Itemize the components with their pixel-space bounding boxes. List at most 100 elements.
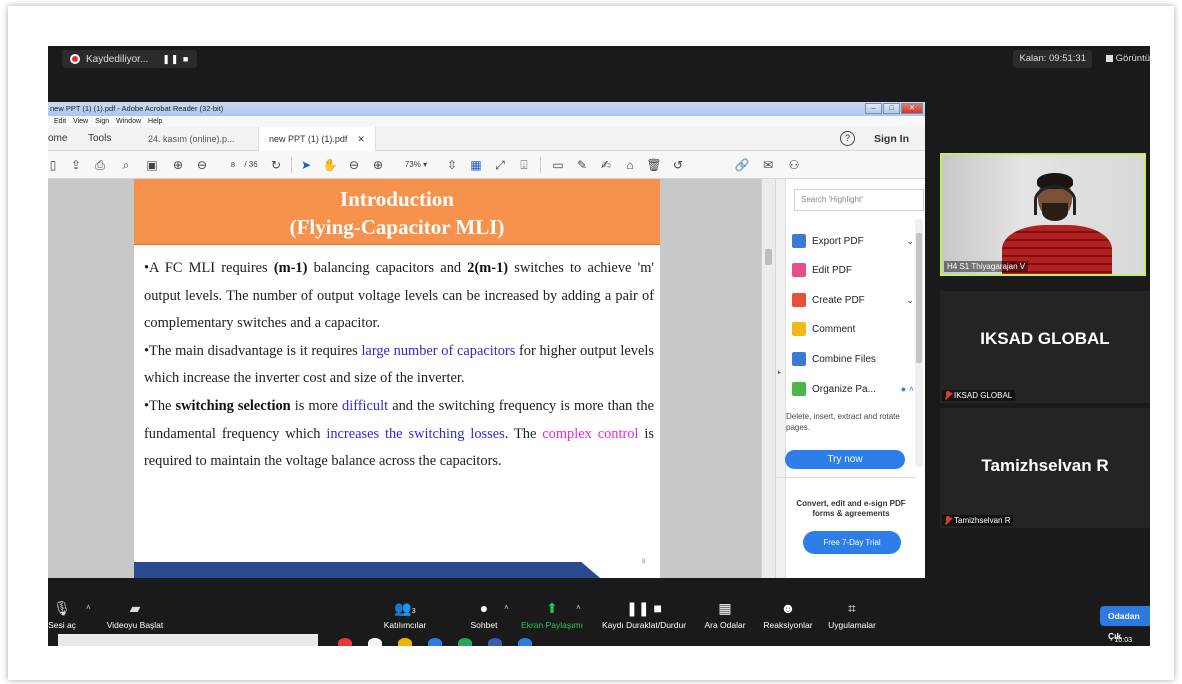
print-icon[interactable]: ⎙ bbox=[92, 157, 108, 173]
record-icon bbox=[70, 54, 80, 64]
tab-document-2[interactable]: new PPT (1) (1).pdf ✕ bbox=[258, 127, 376, 151]
app-icon[interactable] bbox=[518, 638, 532, 646]
delete-icon[interactable]: 🗑 bbox=[646, 157, 662, 173]
unmute-label: Sesi aç bbox=[48, 620, 76, 630]
document-scrollbar[interactable] bbox=[761, 179, 775, 578]
bullet-1-text-2: balancing capacitors and bbox=[307, 260, 468, 276]
create-pdf-item[interactable]: Create PDF ⌄ bbox=[792, 290, 920, 310]
participant-tile[interactable]: Tamizhselvan R Tamizhselvan R bbox=[940, 408, 1150, 528]
export-pdf-item[interactable]: Export PDF ⌄ bbox=[792, 231, 920, 251]
participants-icon: 👥3 bbox=[394, 600, 416, 616]
tab-document-1[interactable]: 24. kasım (online).p... bbox=[148, 127, 235, 151]
full-screen-icon[interactable]: ⤢ bbox=[492, 157, 508, 173]
hand-tool-icon[interactable]: ✋ bbox=[322, 157, 338, 173]
highlight-icon[interactable]: ✎ bbox=[574, 157, 590, 173]
app-icon[interactable] bbox=[428, 638, 442, 646]
organize-pages-item[interactable]: Organize Pa... ● ˄ bbox=[792, 379, 920, 399]
comment-item[interactable]: Comment bbox=[792, 319, 920, 339]
share-screen-button[interactable]: ⬆ Ekran Paylaşımı bbox=[520, 598, 584, 630]
zoom-level-select[interactable]: 73% ▾ bbox=[398, 157, 434, 173]
close-tab-icon[interactable]: ✕ bbox=[357, 134, 365, 144]
zoom-in-icon[interactable]: ⊕ bbox=[370, 157, 386, 173]
accessibility-icon[interactable]: ⚇ bbox=[786, 157, 802, 173]
undo-icon[interactable]: ↺ bbox=[670, 157, 686, 173]
edit-pdf-item[interactable]: Edit PDF bbox=[792, 260, 920, 280]
search-icon[interactable]: ⌕ bbox=[118, 157, 134, 173]
panel-collapse-bar[interactable]: ▸ bbox=[776, 179, 786, 578]
tab-home[interactable]: ome bbox=[48, 127, 67, 151]
combine-files-item[interactable]: Combine Files bbox=[792, 349, 920, 369]
pause-stop-recording-button[interactable]: ❚❚ ■ Kaydı Duraklat/Durdur bbox=[598, 598, 690, 630]
chevron-down-icon[interactable]: ⌄ bbox=[906, 295, 914, 306]
menu-window[interactable]: Window bbox=[116, 116, 141, 127]
reactions-button[interactable]: ☻ Reaksiyonlar bbox=[760, 598, 816, 630]
comment-icon[interactable]: ▭ bbox=[550, 157, 566, 173]
sign-in-link[interactable]: Sign In bbox=[874, 127, 909, 151]
menu-view[interactable]: View bbox=[73, 116, 88, 127]
app-icon[interactable] bbox=[338, 638, 352, 646]
chat-button[interactable]: ● Sohbet bbox=[466, 598, 502, 630]
leave-meeting-button[interactable]: Odadan Çık bbox=[1100, 606, 1150, 641]
rotate-icon[interactable]: ↻ bbox=[268, 157, 284, 173]
breakout-rooms-button[interactable]: ▦ Ara Odalar bbox=[700, 598, 750, 630]
app-icon[interactable] bbox=[458, 638, 472, 646]
recording-indicator[interactable]: Kaydediliyor... ❚❚ ■ bbox=[62, 50, 198, 68]
convert-promo-text: Convert, edit and e-sign PDF forms & agr… bbox=[796, 499, 906, 518]
sign-icon[interactable]: ✍ bbox=[598, 157, 614, 173]
upload-icon[interactable]: ⇪ bbox=[68, 157, 84, 173]
free-trial-button[interactable]: Free 7-Day Trial bbox=[803, 531, 901, 554]
scrollbar-thumb[interactable] bbox=[765, 249, 772, 265]
chat-options-caret[interactable]: ˄ bbox=[504, 603, 509, 612]
page-up-icon[interactable]: ⊕ bbox=[170, 157, 186, 173]
try-now-button[interactable]: Try now bbox=[785, 450, 905, 469]
app-icon[interactable] bbox=[368, 638, 382, 646]
participants-button[interactable]: 👥3 Katılımcılar bbox=[378, 598, 432, 630]
tab-tools[interactable]: Tools bbox=[88, 127, 111, 151]
bullet-3-highlight-1: difficult bbox=[342, 397, 389, 414]
menu-edit[interactable]: Edit bbox=[54, 116, 66, 127]
snapshot-icon[interactable]: ▣ bbox=[144, 157, 160, 173]
read-mode-icon[interactable]: ⍗ bbox=[516, 157, 532, 173]
page-down-icon[interactable]: ⊖ bbox=[194, 157, 210, 173]
view-button[interactable]: Görüntü bbox=[1102, 50, 1150, 68]
select-cursor-icon[interactable]: ➤ bbox=[298, 157, 314, 173]
minimize-button[interactable]: – bbox=[865, 103, 882, 114]
participant-tile[interactable]: IKSAD GLOBAL IKSAD GLOBAL bbox=[940, 291, 1150, 403]
help-icon[interactable]: ? bbox=[840, 131, 855, 146]
link-icon[interactable]: 🔗 bbox=[734, 157, 750, 173]
page-total: / 36 bbox=[244, 160, 258, 169]
unmute-button[interactable]: 🎙 Sesi aç bbox=[48, 598, 76, 630]
share-options-caret[interactable]: ˄ bbox=[576, 603, 581, 612]
fit-page-icon[interactable]: ⇳ bbox=[444, 157, 460, 173]
participant-video-tile[interactable]: H4 S1 Thiyagarajan V bbox=[940, 153, 1146, 276]
bookmark-icon[interactable]: ▯ bbox=[48, 157, 58, 173]
email-icon[interactable]: ✉ bbox=[760, 157, 776, 173]
stamp-icon[interactable]: ⌂ bbox=[622, 157, 638, 173]
recording-controls[interactable]: ❚❚ ■ bbox=[162, 54, 189, 65]
chevron-down-icon[interactable]: ⌄ bbox=[906, 236, 914, 247]
audio-options-caret[interactable]: ˄ bbox=[86, 603, 91, 612]
panel-scrollbar[interactable] bbox=[915, 219, 923, 467]
panel-scrollbar-thumb[interactable] bbox=[916, 233, 922, 363]
maximize-button[interactable]: □ bbox=[883, 103, 900, 114]
menu-help[interactable]: Help bbox=[148, 116, 162, 127]
toolbar-divider bbox=[291, 157, 292, 173]
tools-search-input[interactable]: Search 'Highlight' bbox=[794, 189, 924, 211]
scroll-mode-icon[interactable]: ▦ bbox=[468, 157, 484, 173]
zoom-out-icon[interactable]: ⊖ bbox=[346, 157, 362, 173]
chevron-up-icon[interactable]: ● ˄ bbox=[901, 384, 914, 394]
taskbar-search[interactable] bbox=[58, 634, 318, 646]
bullet-3-highlight-2: increases the switching losses bbox=[326, 425, 505, 442]
page-number-input[interactable]: 8 bbox=[226, 157, 240, 173]
menu-sign[interactable]: Sign bbox=[95, 116, 109, 127]
slide-title: Introduction (Flying-Capacitor MLI) bbox=[134, 179, 660, 245]
close-window-button[interactable]: ✕ bbox=[901, 103, 923, 114]
participants-count: 3 bbox=[411, 608, 416, 615]
app-icon[interactable] bbox=[488, 638, 502, 646]
document-viewer[interactable]: Introduction (Flying-Capacitor MLI) •A F… bbox=[48, 179, 775, 578]
collapse-arrow-icon[interactable]: ▸ bbox=[778, 369, 781, 376]
start-video-button[interactable]: ▰ Videoyu Başlat bbox=[100, 598, 170, 630]
app-icon[interactable] bbox=[398, 638, 412, 646]
apps-button[interactable]: ⌗ Uygulamalar bbox=[824, 598, 880, 630]
bullet-1-text: •A FC MLI requires bbox=[144, 260, 274, 276]
